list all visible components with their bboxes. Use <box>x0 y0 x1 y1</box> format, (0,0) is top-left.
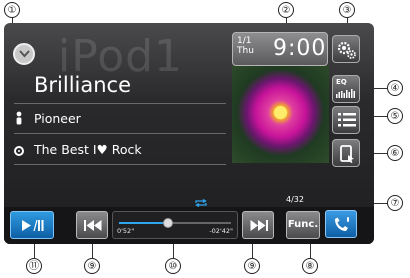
date-value: 1/1 <box>237 36 252 46</box>
callout-11: ⑪ <box>26 258 42 274</box>
elapsed-time: 0'52" <box>117 227 135 235</box>
remaining-time: -02'42" <box>209 227 233 235</box>
person-icon <box>16 111 22 125</box>
artist-name: Pioneer <box>34 111 81 126</box>
divider <box>14 103 226 104</box>
callout-9-left: ⑨ <box>84 258 100 274</box>
callout-5: ⑤ <box>387 108 403 124</box>
eq-button[interactable]: EQ <box>332 75 360 103</box>
album-name: The Best I♥ Rock <box>34 142 142 157</box>
playback-progress[interactable]: 0'52" -02'42" <box>112 211 238 239</box>
list-icon <box>338 113 356 127</box>
divider <box>14 133 226 134</box>
function-label: Func. <box>287 219 319 230</box>
function-button[interactable]: Func. <box>286 211 320 239</box>
callout-7: ⑦ <box>387 195 403 211</box>
previous-track-button[interactable] <box>76 211 108 239</box>
list-button[interactable] <box>332 106 360 134</box>
play-pause-button[interactable] <box>10 211 54 239</box>
weekday-value: Thu <box>237 46 254 56</box>
next-track-icon <box>250 220 268 231</box>
device-icon <box>340 145 354 163</box>
date-display: 1/1 Thu <box>237 36 254 56</box>
previous-track-icon <box>84 220 102 231</box>
settings-gears-icon <box>337 41 356 59</box>
callout-1: ① <box>4 2 20 18</box>
phone-button[interactable] <box>325 210 357 238</box>
eq-label: EQ <box>336 78 347 86</box>
callout-3: ③ <box>339 2 355 18</box>
callout-6: ⑥ <box>387 145 403 161</box>
divider <box>14 164 226 165</box>
settings-button[interactable] <box>332 35 360 63</box>
clock-display[interactable]: 1/1 Thu 9:00 <box>232 32 328 66</box>
callout-8: ⑧ <box>302 258 318 274</box>
progress-fill <box>119 222 169 224</box>
song-title: Brilliance <box>34 73 132 97</box>
album-art <box>232 66 329 163</box>
disc-icon <box>14 146 24 156</box>
control-bar: 0'52" -02'42" Func. <box>4 207 374 244</box>
progress-track <box>119 218 231 228</box>
callout-4: ④ <box>387 80 403 96</box>
device-control-button[interactable] <box>332 139 360 167</box>
chevron-down-icon <box>19 50 30 58</box>
source-toggle-button[interactable] <box>13 43 35 65</box>
callout-10: ⑩ <box>165 258 181 274</box>
time-display: 9:00 <box>273 36 327 61</box>
progress-knob[interactable] <box>163 218 174 228</box>
track-counter: 4/32 <box>286 195 304 204</box>
callout-2: ② <box>278 2 294 18</box>
repeat-icon <box>195 199 207 207</box>
phone-icon <box>335 217 349 231</box>
eq-icon <box>336 89 355 98</box>
next-track-button[interactable] <box>242 211 274 239</box>
av-screen: iPod1 Brilliance Pioneer The Best I♥ Roc… <box>4 23 374 244</box>
play-pause-icon <box>22 220 44 231</box>
callout-9-right: ⑨ <box>244 258 260 274</box>
